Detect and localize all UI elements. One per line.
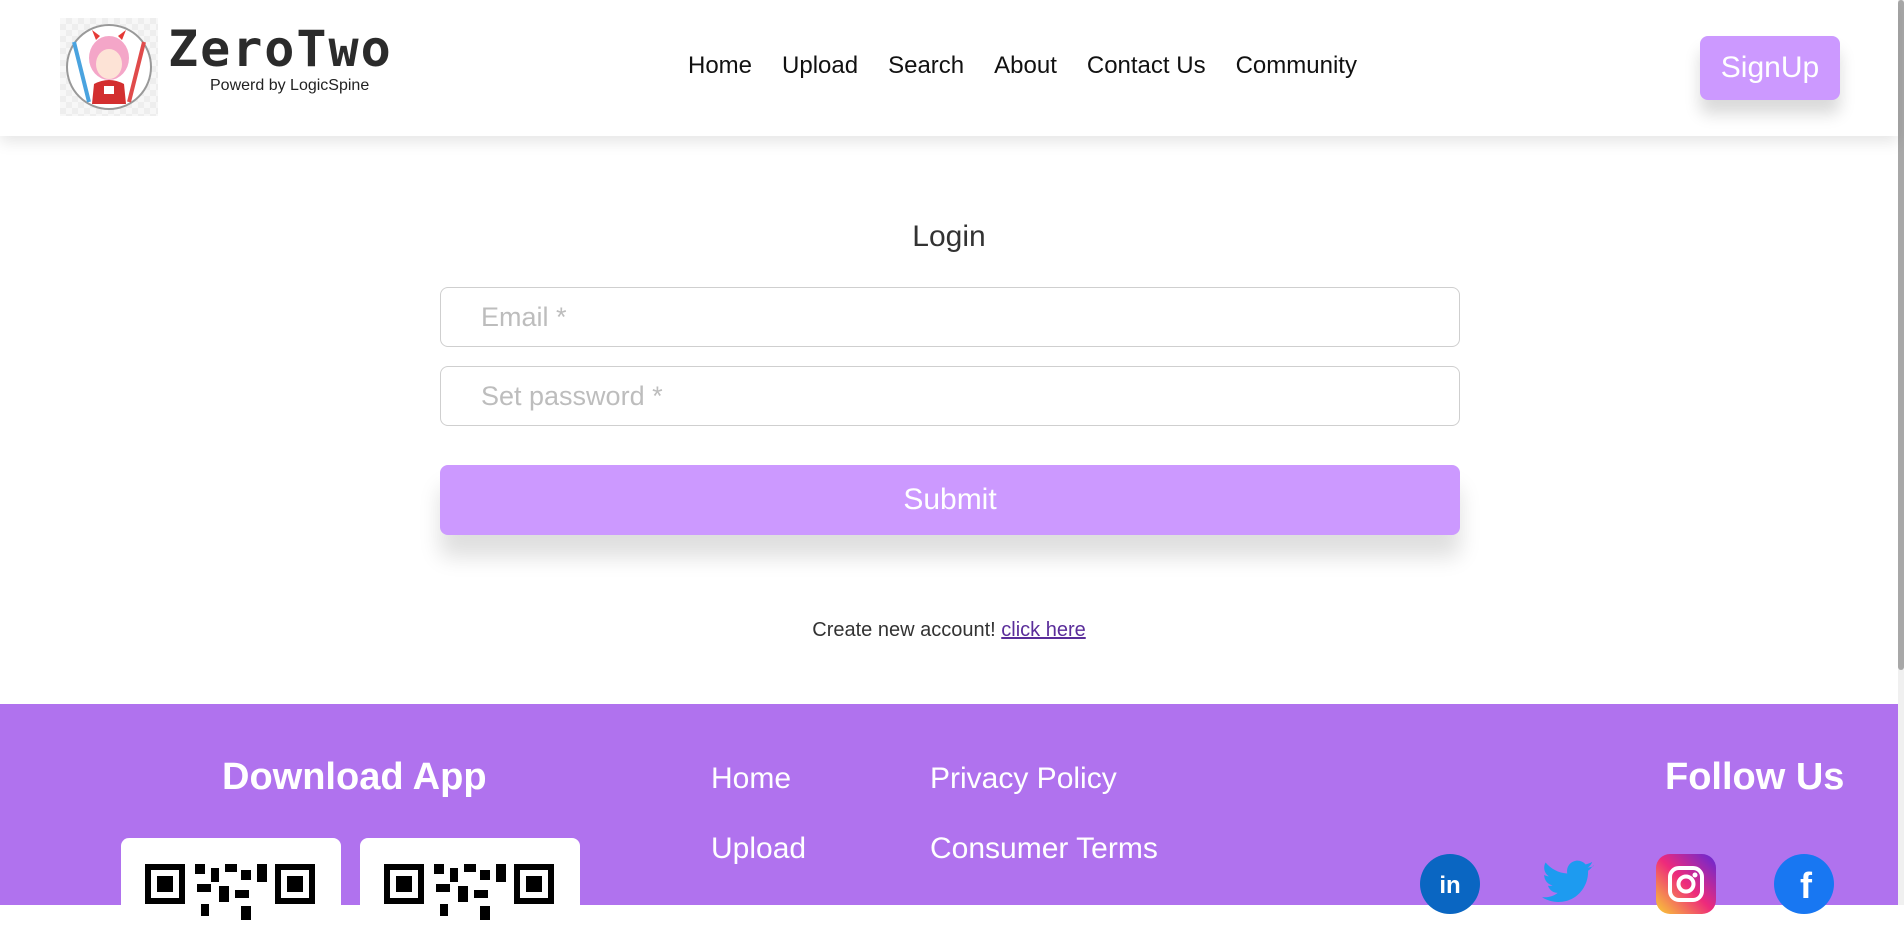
qr-code-icon: [384, 864, 554, 920]
nav-contact-us[interactable]: Contact Us: [1087, 52, 1206, 80]
nav-community[interactable]: Community: [1236, 52, 1357, 80]
footer-link-upload[interactable]: Upload: [711, 832, 806, 866]
facebook-icon[interactable]: f: [1774, 854, 1834, 914]
create-account-text: Create new account!: [812, 619, 996, 641]
svg-text:f: f: [1800, 865, 1813, 904]
nav-home[interactable]: Home: [688, 52, 752, 80]
brand-name: ZeroTwo: [168, 20, 393, 78]
follow-us-title: Follow Us: [1665, 756, 1845, 798]
password-input[interactable]: [440, 366, 1460, 426]
download-app-title: Download App: [222, 756, 487, 798]
scrollbar-thumb[interactable]: [1898, 0, 1904, 670]
qr-code-android[interactable]: [121, 838, 341, 928]
instagram-icon[interactable]: [1656, 854, 1716, 914]
nav-about[interactable]: About: [994, 52, 1057, 80]
twitter-icon[interactable]: [1538, 854, 1598, 914]
qr-code-ios[interactable]: [360, 838, 580, 928]
nav-search[interactable]: Search: [888, 52, 964, 80]
footer-link-privacy-policy[interactable]: Privacy Policy: [930, 762, 1117, 796]
brand-subtitle: Powerd by LogicSpine: [210, 77, 370, 94]
site-footer: Download App Home Upload Privacy Policy …: [0, 704, 1898, 928]
footer-link-home[interactable]: Home: [711, 762, 791, 796]
site-header: ZeroTwo Powerd by LogicSpine Home Upload…: [0, 0, 1898, 136]
linkedin-icon[interactable]: in: [1420, 854, 1480, 914]
footer-link-consumer-terms[interactable]: Consumer Terms: [930, 832, 1158, 866]
logo-avatar-image[interactable]: [60, 18, 158, 116]
email-input[interactable]: [440, 287, 1460, 347]
submit-button[interactable]: Submit: [440, 465, 1460, 535]
anime-character-logo-icon: [66, 24, 152, 110]
signup-button[interactable]: SignUp: [1700, 36, 1840, 100]
svg-text:in: in: [1439, 872, 1460, 899]
qr-code-icon: [145, 864, 315, 920]
page-scrollbar[interactable]: [1898, 0, 1904, 905]
login-title: Login: [912, 220, 986, 253]
main-nav: Home Upload Search About Contact Us Comm…: [688, 52, 1357, 80]
create-account-link[interactable]: click here: [1001, 619, 1085, 641]
create-account-line: Create new account! click here: [0, 619, 1898, 642]
nav-upload[interactable]: Upload: [782, 52, 858, 80]
